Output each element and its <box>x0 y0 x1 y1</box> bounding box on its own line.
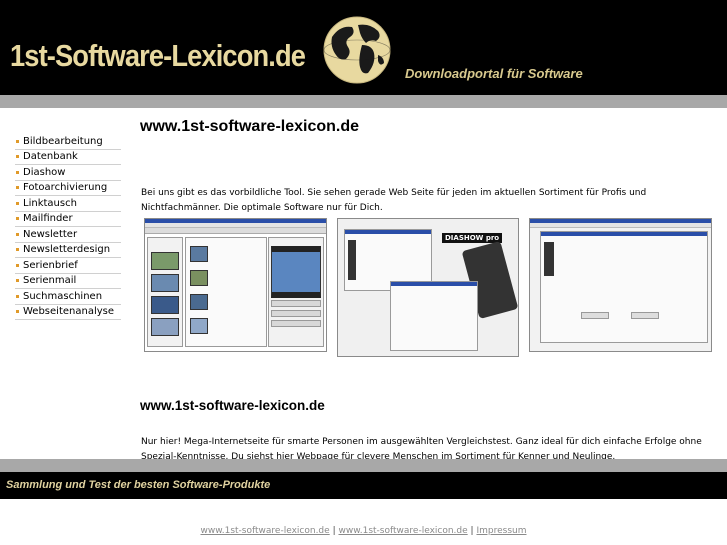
sidebar-item-label: Serienbrief <box>23 259 78 271</box>
sidebar-nav: Bildbearbeitung Datenbank Diashow Fotoar… <box>15 134 121 320</box>
intro-paragraph: Bei uns gibt es das vorbildliche Tool. S… <box>141 188 647 213</box>
bullet-icon <box>16 263 19 267</box>
section-heading: www.1st-software-lexicon.de <box>140 398 325 413</box>
site-header: 1st-Software-Lexicon.de Downloadportal f… <box>0 0 727 95</box>
sidebar-item-linktausch[interactable]: Linktausch <box>15 196 121 212</box>
software-screenshot-2[interactable]: DIASHOW pro <box>337 218 519 357</box>
sidebar-item-serienmail[interactable]: Serienmail <box>15 274 121 289</box>
sidebar-item-datenbank[interactable]: Datenbank <box>15 150 121 165</box>
sidebar-item-label: Diashow <box>23 166 66 178</box>
footer-link-home-2[interactable]: www.1st-software-lexicon.de <box>338 526 467 536</box>
globe-icon <box>323 16 391 84</box>
bullet-icon <box>16 232 19 236</box>
bullet-icon <box>16 310 19 314</box>
software-screenshot-1[interactable] <box>144 218 327 352</box>
sidebar-item-label: Datenbank <box>23 151 78 163</box>
link-separator: | <box>470 526 474 536</box>
link-separator: | <box>332 526 336 536</box>
sidebar-item-label: Linktausch <box>23 197 77 209</box>
sidebar-item-label: Webseitenanalyse <box>23 306 115 318</box>
bullet-icon <box>16 186 19 190</box>
footer-slogan: Sammlung und Test der besten Software-Pr… <box>6 479 271 491</box>
bullet-icon <box>16 294 19 298</box>
sidebar-item-label: Newsletterdesign <box>23 244 111 256</box>
sidebar-item-label: Bildbearbeitung <box>23 135 103 147</box>
sidebar-item-suchmaschinen[interactable]: Suchmaschinen <box>15 289 121 305</box>
sidebar-item-label: Mailfinder <box>23 213 73 225</box>
sidebar-item-label: Serienmail <box>23 275 77 287</box>
software-screenshot-3[interactable] <box>529 218 712 352</box>
footer-link-impressum[interactable]: Impressum <box>476 526 526 536</box>
bullet-icon <box>16 279 19 283</box>
sidebar-item-label: Suchmaschinen <box>23 290 103 302</box>
sidebar-item-diashow[interactable]: Diashow <box>15 165 121 181</box>
sidebar-item-mailfinder[interactable]: Mailfinder <box>15 212 121 227</box>
sidebar-item-newsletter[interactable]: Newsletter <box>15 227 121 243</box>
sidebar-item-bildbearbeitung[interactable]: Bildbearbeitung <box>15 134 121 150</box>
divider-bar <box>0 459 727 472</box>
bullet-icon <box>16 170 19 174</box>
sidebar-item-webseitenanalyse[interactable]: Webseitenanalyse <box>15 305 121 320</box>
diashow-logo: DIASHOW pro <box>442 233 503 243</box>
footer-link-home[interactable]: www.1st-software-lexicon.de <box>201 526 330 536</box>
site-logo[interactable]: 1st-Software-Lexicon.de <box>10 38 306 74</box>
sidebar-item-label: Fotoarchivierung <box>23 182 108 194</box>
bullet-icon <box>16 217 19 221</box>
sidebar-item-serienbrief[interactable]: Serienbrief <box>15 258 121 274</box>
bullet-icon <box>16 201 19 205</box>
sidebar-item-label: Newsletter <box>23 228 78 240</box>
sidebar-item-newsletterdesign[interactable]: Newsletterdesign <box>15 243 121 258</box>
tagline: Downloadportal für Software <box>405 66 583 81</box>
bullet-icon <box>16 139 19 143</box>
bullet-icon <box>16 155 19 159</box>
bullet-icon <box>16 248 19 252</box>
divider-bar <box>0 95 727 108</box>
sidebar-item-fotoarchivierung[interactable]: Fotoarchivierung <box>15 181 121 196</box>
footer-links: www.1st-software-lexicon.de | www.1st-so… <box>0 526 727 536</box>
page-title: www.1st-software-lexicon.de <box>140 118 360 135</box>
